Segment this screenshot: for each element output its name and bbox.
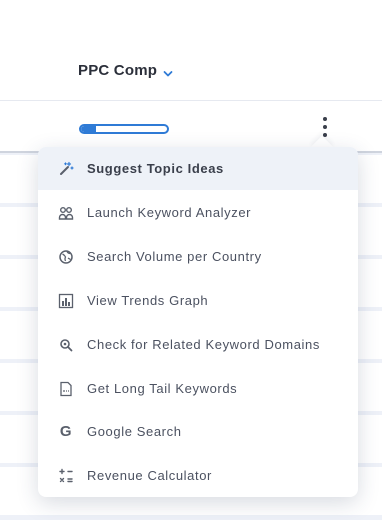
menu-item-label: Google Search [87, 424, 182, 439]
menu-item-label: Launch Keyword Analyzer [87, 205, 252, 220]
users-icon [58, 205, 74, 221]
menu-item-label: Search Volume per Country [87, 249, 262, 264]
row-actions-menu: Suggest Topic Ideas Launch Keyword Analy… [38, 147, 358, 497]
menu-item-google-search[interactable]: G Google Search [38, 410, 358, 453]
menu-item-get-long-tail-keywords[interactable]: Get Long Tail Keywords [38, 367, 358, 410]
column-header-label: PPC Comp [78, 62, 158, 79]
magic-wand-icon [58, 161, 74, 177]
chevron-down-icon [163, 66, 173, 76]
menu-item-label: Get Long Tail Keywords [87, 381, 238, 396]
keyword-table-view: PPC Comp Suggest Topic Ideas Launch Keyw… [0, 0, 382, 520]
search-icon [58, 337, 74, 353]
document-icon [58, 381, 74, 397]
ppc-comp-progress-bar [79, 124, 169, 134]
menu-item-label: Check for Related Keyword Domains [87, 337, 320, 352]
menu-item-label: View Trends Graph [87, 293, 209, 308]
menu-item-label: Suggest Topic Ideas [87, 161, 224, 176]
menu-item-check-related-keyword-domains[interactable]: Check for Related Keyword Domains [38, 323, 358, 366]
menu-item-view-trends-graph[interactable]: View Trends Graph [38, 279, 358, 322]
menu-item-search-volume-per-country[interactable]: Search Volume per Country [38, 235, 358, 278]
google-icon: G [59, 423, 73, 440]
menu-item-label: Revenue Calculator [87, 468, 212, 483]
calculator-icon [58, 468, 74, 484]
progress-fill [81, 126, 96, 132]
globe-icon [58, 249, 74, 265]
menu-item-suggest-topic-ideas[interactable]: Suggest Topic Ideas [38, 147, 358, 190]
bar-chart-icon [58, 293, 74, 309]
menu-item-launch-keyword-analyzer[interactable]: Launch Keyword Analyzer [38, 191, 358, 234]
column-header-ppc-comp[interactable]: PPC Comp [78, 62, 173, 79]
more-options-icon[interactable] [318, 117, 332, 137]
table-header: PPC Comp [0, 0, 382, 101]
menu-item-revenue-calculator[interactable]: Revenue Calculator [38, 454, 358, 497]
